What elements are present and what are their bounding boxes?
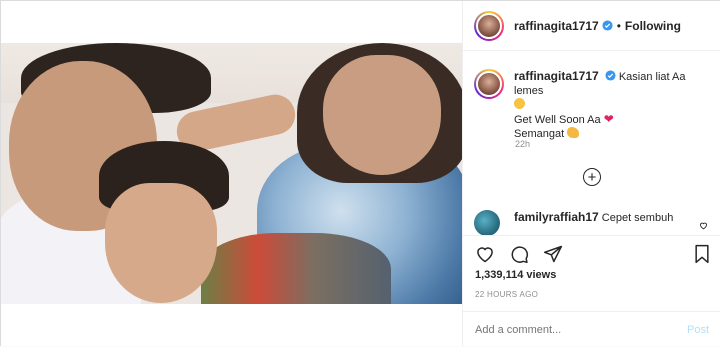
post-caption: raffinagita1717 Kasian liat Aa lemes Get… <box>474 69 714 141</box>
verified-badge-icon <box>605 70 616 81</box>
caption-line-1: raffinagita1717 Kasian liat Aa lemes <box>514 69 714 98</box>
post-header: raffinagita1717 • Following <box>463 1 720 51</box>
caption-avatar[interactable] <box>474 69 504 99</box>
add-comment-bar: Post <box>463 311 720 347</box>
caption-username[interactable]: raffinagita1717 <box>514 69 599 83</box>
caption-emoji-line <box>514 98 714 112</box>
view-count[interactable]: 1,339,114 views <box>475 269 556 281</box>
media-panel <box>1 1 462 346</box>
post-age: 22 HOURS AGO <box>475 290 539 299</box>
post-sidebar: raffinagita1717 • Following raffinagita1… <box>462 1 720 346</box>
heart-icon[interactable] <box>699 217 708 235</box>
comment-body: familyraffiah17 Cepet sembuh <box>514 210 673 225</box>
comment-bubble-icon[interactable] <box>509 244 529 269</box>
comment-input[interactable] <box>475 323 687 336</box>
plus-circle-icon[interactable]: + <box>583 168 601 186</box>
post-comment-button[interactable]: Post <box>687 324 709 336</box>
action-icons <box>475 244 563 269</box>
list-item: familyraffiah17 Cepet sembuh <box>474 210 714 236</box>
sad-face-emoji-icon <box>514 98 525 109</box>
bookmark-icon[interactable] <box>693 244 711 269</box>
avatar-image <box>476 12 502 39</box>
post-actions: 1,339,114 views 22 HOURS AGO Post <box>463 235 720 346</box>
video-person-kid-shirt <box>201 233 391 304</box>
following-button[interactable]: Following <box>625 19 681 33</box>
video-person-kid-face <box>105 183 217 303</box>
caption-text-2: Get Well Soon Aa <box>514 114 601 126</box>
caption-body: raffinagita1717 Kasian liat Aa lemes Get… <box>514 69 714 141</box>
caption-line-2: Get Well Soon Aa ❤ <box>514 112 714 127</box>
flexed-biceps-emoji-icon <box>567 127 580 138</box>
separator-dot: • <box>616 18 621 33</box>
heart-icon[interactable] <box>475 244 495 269</box>
commenter-avatar[interactable] <box>474 210 500 236</box>
red-heart-emoji-icon: ❤ <box>603 112 614 126</box>
verified-badge-icon <box>602 20 613 31</box>
author-username[interactable]: raffinagita1717 <box>514 19 599 33</box>
post-video[interactable] <box>1 43 462 304</box>
comment-username[interactable]: familyraffiah17 <box>514 210 599 224</box>
avatar[interactable] <box>474 10 504 41</box>
instagram-post-window: raffinagita1717 • Following raffinagita1… <box>0 0 720 346</box>
caption-timestamp[interactable]: 22h <box>515 139 530 149</box>
comment-text: Cepet sembuh <box>601 212 674 224</box>
video-person-woman-face <box>323 55 441 175</box>
caption-avatar-image <box>476 71 502 97</box>
caption-line-3: Semangat <box>514 127 714 141</box>
paper-plane-icon[interactable] <box>543 244 563 269</box>
